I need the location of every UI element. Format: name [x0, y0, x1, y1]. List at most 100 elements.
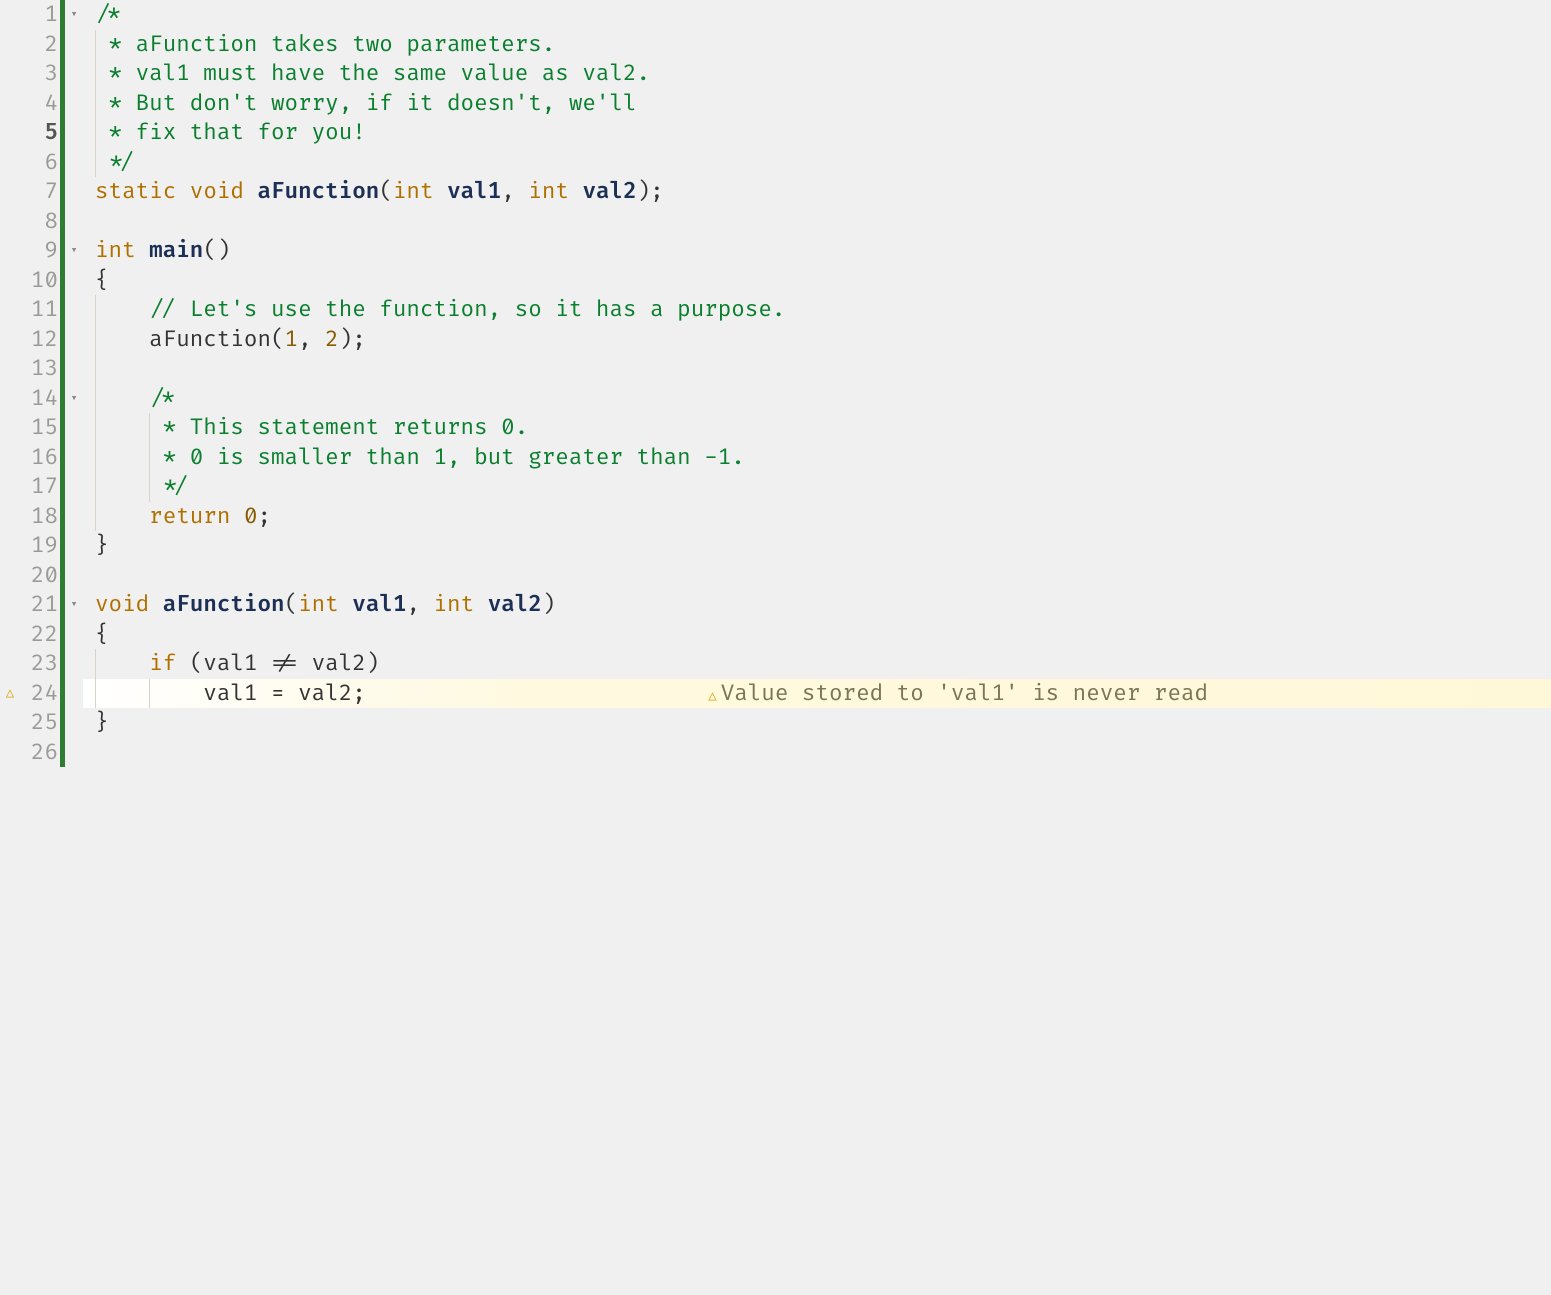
- code-editor[interactable]: 1▾/*2 * aFunction takes two parameters.3…: [0, 0, 1551, 1295]
- code-line[interactable]: 15 * This statement returns 0.: [0, 413, 1551, 443]
- code-text[interactable]: * But don't worry, if it doesn't, we'll: [83, 89, 1551, 119]
- line-number[interactable]: 6: [20, 148, 60, 178]
- code-content[interactable]: val1 = val2;: [95, 680, 366, 707]
- code-line[interactable]: 3 * val1 must have the same value as val…: [0, 59, 1551, 89]
- fold-toggle-icon[interactable]: ▾: [71, 0, 78, 30]
- code-text[interactable]: {: [83, 266, 1551, 296]
- code-text[interactable]: [83, 207, 1551, 237]
- code-line[interactable]: 25}: [0, 708, 1551, 738]
- code-content[interactable]: * This statement returns 0.: [95, 414, 528, 441]
- line-number[interactable]: 17: [20, 472, 60, 502]
- code-line[interactable]: 21 ▾ void aFunction(int val1, int val2): [0, 590, 1551, 620]
- line-number[interactable]: 22: [20, 620, 60, 650]
- code-line[interactable]: 1 ▾ /*: [0, 0, 1551, 30]
- line-number[interactable]: 2: [20, 30, 60, 60]
- code-text[interactable]: * fix that for you!: [83, 118, 1551, 148]
- line-number[interactable]: 9: [20, 236, 60, 266]
- code-content[interactable]: * aFunction takes two parameters.: [95, 31, 555, 58]
- line-number[interactable]: 3: [20, 59, 60, 89]
- code-line[interactable]: 16 * 0 is smaller than 1, but greater th…: [0, 443, 1551, 473]
- code-text[interactable]: * 0 is smaller than 1, but greater than …: [83, 443, 1551, 473]
- code-text[interactable]: */: [83, 472, 1551, 502]
- code-line[interactable]: 11 // Let's use the function, so it has …: [0, 295, 1551, 325]
- code-text[interactable]: /*: [83, 384, 1551, 414]
- code-line[interactable]: 22 {: [0, 620, 1551, 650]
- code-text[interactable]: * val1 must have the same value as val2.: [83, 59, 1551, 89]
- line-number[interactable]: 4: [20, 89, 60, 119]
- code-content[interactable]: aFunction(1, 2);: [95, 326, 366, 353]
- code-content[interactable]: // Let's use the function, so it has a p…: [95, 296, 785, 323]
- code-content[interactable]: static void aFunction(int val1, int val2…: [95, 178, 664, 205]
- line-number[interactable]: 12: [20, 325, 60, 355]
- code-content[interactable]: */: [95, 149, 136, 176]
- code-text[interactable]: }: [83, 708, 1551, 738]
- line-number[interactable]: 15: [20, 413, 60, 443]
- code-content[interactable]: /*: [95, 1, 122, 28]
- line-number[interactable]: 13: [20, 354, 60, 384]
- fold-gutter[interactable]: ▾: [65, 384, 83, 414]
- line-number[interactable]: 16: [20, 443, 60, 473]
- code-line[interactable]: 12 aFunction(1, 2);: [0, 325, 1551, 355]
- code-line[interactable]: 6 */: [0, 148, 1551, 178]
- code-text[interactable]: int main(): [83, 236, 1551, 266]
- line-number[interactable]: 7: [20, 177, 60, 207]
- fold-toggle-icon[interactable]: ▾: [71, 236, 78, 266]
- code-text[interactable]: if (val1 != val2): [83, 649, 1551, 679]
- line-number[interactable]: 26: [20, 738, 60, 768]
- code-content[interactable]: * But don't worry, if it doesn't, we'll: [95, 90, 637, 117]
- code-content[interactable]: * 0 is smaller than 1, but greater than …: [95, 444, 745, 471]
- code-text[interactable]: return 0;: [83, 502, 1551, 532]
- code-line[interactable]: 7 static void aFunction(int val1, int val…: [0, 177, 1551, 207]
- code-text[interactable]: */: [83, 148, 1551, 178]
- code-line[interactable]: 8: [0, 207, 1551, 237]
- fold-toggle-icon[interactable]: ▾: [71, 384, 78, 414]
- line-number[interactable]: 14: [20, 384, 60, 414]
- code-text[interactable]: [83, 561, 1551, 591]
- code-text[interactable]: static void aFunction(int val1, int val2…: [83, 177, 1551, 207]
- code-line[interactable]: 5 * fix that for you!: [0, 118, 1551, 148]
- line-number[interactable]: 10: [20, 266, 60, 296]
- code-line[interactable]: 9 ▾ int main(): [0, 236, 1551, 266]
- fold-toggle-icon[interactable]: ▾: [71, 590, 78, 620]
- line-number[interactable]: 23: [20, 649, 60, 679]
- code-text[interactable]: {: [83, 620, 1551, 650]
- fold-gutter[interactable]: ▾: [65, 0, 83, 30]
- code-line[interactable]: 4 * But don't worry, if it doesn't, we'l…: [0, 89, 1551, 119]
- code-line[interactable]: 14 ▾ /*: [0, 384, 1551, 414]
- line-number[interactable]: 25: [20, 708, 60, 738]
- code-content[interactable]: return 0;: [95, 503, 271, 530]
- code-line[interactable]: 18 return 0;: [0, 502, 1551, 532]
- code-content[interactable]: if (val1 != val2): [95, 650, 379, 677]
- code-content[interactable]: }: [95, 709, 109, 736]
- code-line[interactable]: 13: [0, 354, 1551, 384]
- line-number[interactable]: 5: [20, 118, 60, 148]
- code-text[interactable]: /*: [83, 0, 1551, 30]
- code-content[interactable]: void aFunction(int val1, int val2): [95, 591, 555, 618]
- code-content[interactable]: }: [95, 532, 109, 559]
- code-content[interactable]: * val1 must have the same value as val2.: [95, 60, 650, 87]
- code-text[interactable]: aFunction(1, 2);: [83, 325, 1551, 355]
- code-text[interactable]: val1 = val2; △Value stored to 'val1' is …: [83, 679, 1551, 709]
- code-content[interactable]: * fix that for you!: [95, 119, 366, 146]
- fold-gutter[interactable]: ▾: [65, 236, 83, 266]
- code-text[interactable]: void aFunction(int val1, int val2): [83, 590, 1551, 620]
- code-content[interactable]: int main(): [95, 237, 230, 264]
- code-text[interactable]: * aFunction takes two parameters.: [83, 30, 1551, 60]
- line-number[interactable]: 8: [20, 207, 60, 237]
- code-line[interactable]: 20: [0, 561, 1551, 591]
- code-line[interactable]: △24 val1 = val2; △Value stored to 'val1'…: [0, 679, 1551, 709]
- code-text[interactable]: [83, 354, 1551, 384]
- line-number[interactable]: 20: [20, 561, 60, 591]
- fold-gutter[interactable]: ▾: [65, 590, 83, 620]
- code-line[interactable]: 17 */: [0, 472, 1551, 502]
- line-number[interactable]: 1: [20, 0, 60, 30]
- line-number[interactable]: 21: [20, 590, 60, 620]
- code-line[interactable]: 10 {: [0, 266, 1551, 296]
- code-content[interactable]: /*: [95, 385, 176, 412]
- line-number[interactable]: 11: [20, 295, 60, 325]
- code-text[interactable]: }: [83, 531, 1551, 561]
- code-text[interactable]: * This statement returns 0.: [83, 413, 1551, 443]
- code-line[interactable]: 2 * aFunction takes two parameters.: [0, 30, 1551, 60]
- code-text[interactable]: [83, 738, 1551, 768]
- code-content[interactable]: {: [95, 621, 109, 648]
